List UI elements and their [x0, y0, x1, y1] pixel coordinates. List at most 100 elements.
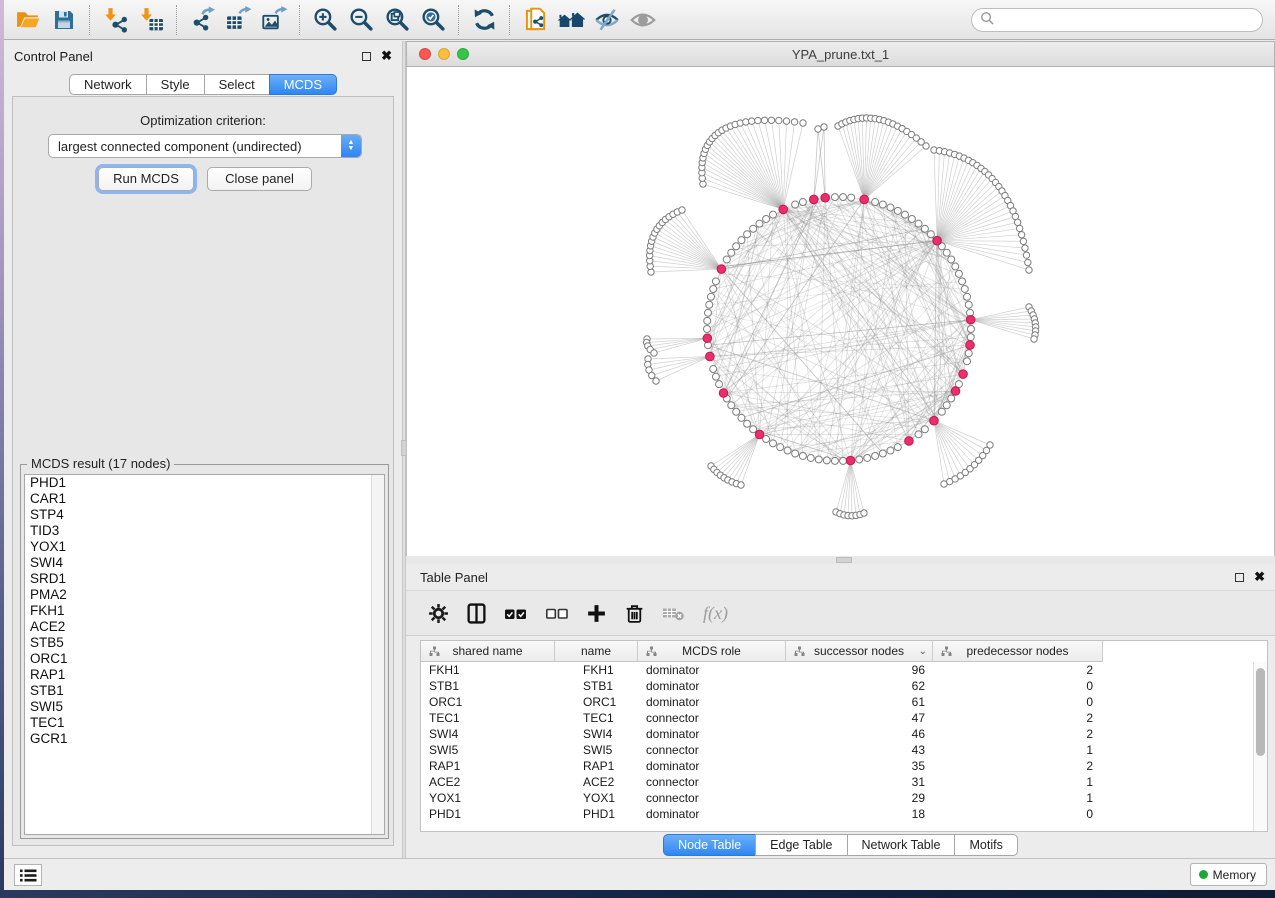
network-node[interactable]: [705, 309, 712, 316]
table-row[interactable]: ACE2ACE2connector311: [421, 774, 1253, 790]
network-node[interactable]: [738, 482, 744, 488]
tab-network[interactable]: Network: [69, 74, 147, 95]
mcds-hub-node[interactable]: [703, 334, 712, 343]
mcds-result-item[interactable]: ACE2: [25, 619, 384, 635]
mcds-hub-node[interactable]: [706, 352, 715, 361]
mcds-hub-node[interactable]: [905, 437, 914, 446]
network-node[interactable]: [938, 408, 945, 415]
network-node[interactable]: [750, 426, 757, 433]
column-header-shared-name[interactable]: shared name: [421, 641, 555, 662]
network-node[interactable]: [915, 431, 922, 438]
import-network-icon[interactable]: [97, 3, 133, 37]
network-node[interactable]: [921, 225, 928, 232]
network-node[interactable]: [961, 285, 968, 292]
network-node[interactable]: [1018, 232, 1024, 238]
network-node[interactable]: [887, 204, 894, 211]
network-node[interactable]: [894, 207, 901, 214]
network-canvas[interactable]: [406, 67, 1275, 556]
zoom-in-icon[interactable]: [307, 3, 343, 37]
network-node[interactable]: [784, 447, 791, 454]
network-node[interactable]: [649, 372, 655, 378]
horizontal-splitter[interactable]: [406, 556, 1275, 564]
network-node[interactable]: [815, 456, 822, 463]
mcds-result-item[interactable]: YOX1: [25, 539, 384, 555]
mcds-hub-node[interactable]: [719, 389, 728, 398]
mcds-hub-node[interactable]: [810, 195, 819, 204]
network-node[interactable]: [1031, 336, 1037, 342]
mcds-hub-node[interactable]: [846, 456, 855, 465]
network-node[interactable]: [738, 237, 745, 244]
import-table-icon[interactable]: [133, 3, 169, 37]
column-header-successor-nodes[interactable]: successor nodes⌄: [786, 641, 933, 662]
network-node[interactable]: [821, 124, 827, 130]
function-builder-icon[interactable]: f(x): [703, 603, 728, 624]
tab-motifs[interactable]: Motifs: [954, 834, 1017, 856]
network-node[interactable]: [968, 326, 975, 333]
network-node[interactable]: [908, 215, 915, 222]
optimization-criterion-select[interactable]: largest connected component (undirected)…: [48, 134, 362, 158]
tab-style[interactable]: Style: [146, 74, 205, 95]
splitter-handle[interactable]: [836, 557, 852, 563]
network-node[interactable]: [948, 395, 955, 402]
network-node[interactable]: [807, 454, 814, 461]
export-table-icon[interactable]: [220, 3, 256, 37]
table-scrollbar[interactable]: [1253, 662, 1267, 831]
network-node[interactable]: [1014, 219, 1020, 225]
network-node[interactable]: [872, 452, 879, 459]
open-file-icon[interactable]: [10, 3, 46, 37]
mcds-hub-node[interactable]: [779, 205, 788, 214]
table-settings-icon[interactable]: [428, 603, 449, 624]
network-node[interactable]: [952, 263, 959, 270]
close-panel-icon[interactable]: ✖: [1254, 572, 1265, 582]
network-node[interactable]: [653, 378, 659, 384]
network-node[interactable]: [728, 249, 735, 256]
table-row[interactable]: FKH1FKH1dominator962: [421, 662, 1253, 678]
mcds-hub-node[interactable]: [930, 416, 939, 425]
table-row[interactable]: YOX1YOX1connector291: [421, 790, 1253, 806]
search-input[interactable]: [995, 10, 1262, 30]
tab-edge-table[interactable]: Edge Table: [755, 834, 847, 856]
network-node[interactable]: [965, 350, 972, 357]
table-row[interactable]: SWI4SWI4dominator462: [421, 726, 1253, 742]
network-node[interactable]: [831, 194, 838, 201]
network-node[interactable]: [964, 293, 971, 300]
zoom-selected-icon[interactable]: [415, 3, 451, 37]
save-session-icon[interactable]: [46, 3, 82, 37]
table-row[interactable]: PHD1PHD1dominator180: [421, 806, 1253, 822]
mcds-result-item[interactable]: CAR1: [25, 491, 384, 507]
network-node[interactable]: [792, 450, 799, 457]
column-header-MCDS-role[interactable]: MCDS role: [638, 641, 786, 662]
network-node[interactable]: [744, 420, 751, 427]
network-node[interactable]: [927, 231, 934, 238]
mcds-result-item[interactable]: RAP1: [25, 667, 384, 683]
network-node[interactable]: [861, 510, 867, 516]
network-node[interactable]: [887, 447, 894, 454]
tab-mcds[interactable]: MCDS: [269, 74, 337, 95]
search-box[interactable]: [971, 8, 1263, 32]
network-node[interactable]: [710, 366, 717, 373]
mcds-hub-node[interactable]: [821, 193, 830, 202]
network-node[interactable]: [848, 194, 855, 201]
close-panel-button[interactable]: Close panel: [207, 167, 312, 191]
scrollbar-thumb[interactable]: [1256, 668, 1265, 756]
zoom-fit-icon[interactable]: [379, 3, 415, 37]
mcds-result-item[interactable]: ORC1: [25, 651, 384, 667]
network-node[interactable]: [768, 117, 774, 123]
table-row[interactable]: SWI5SWI5connector431: [421, 742, 1253, 758]
network-node[interactable]: [1026, 267, 1032, 273]
float-window-icon[interactable]: [1235, 573, 1244, 582]
network-node[interactable]: [915, 220, 922, 227]
network-node[interactable]: [651, 350, 657, 356]
network-node[interactable]: [756, 220, 763, 227]
network-node[interactable]: [761, 117, 767, 123]
network-node[interactable]: [856, 456, 863, 463]
network-node[interactable]: [1016, 225, 1022, 231]
network-node[interactable]: [733, 243, 740, 250]
deselect-all-icon[interactable]: [545, 603, 569, 624]
network-node[interactable]: [987, 442, 993, 448]
mcds-result-item[interactable]: TEC1: [25, 715, 384, 731]
mcds-hub-node[interactable]: [860, 195, 869, 204]
mcds-result-item[interactable]: STB5: [25, 635, 384, 651]
tab-node-table[interactable]: Node Table: [663, 834, 756, 856]
network-node[interactable]: [799, 452, 806, 459]
